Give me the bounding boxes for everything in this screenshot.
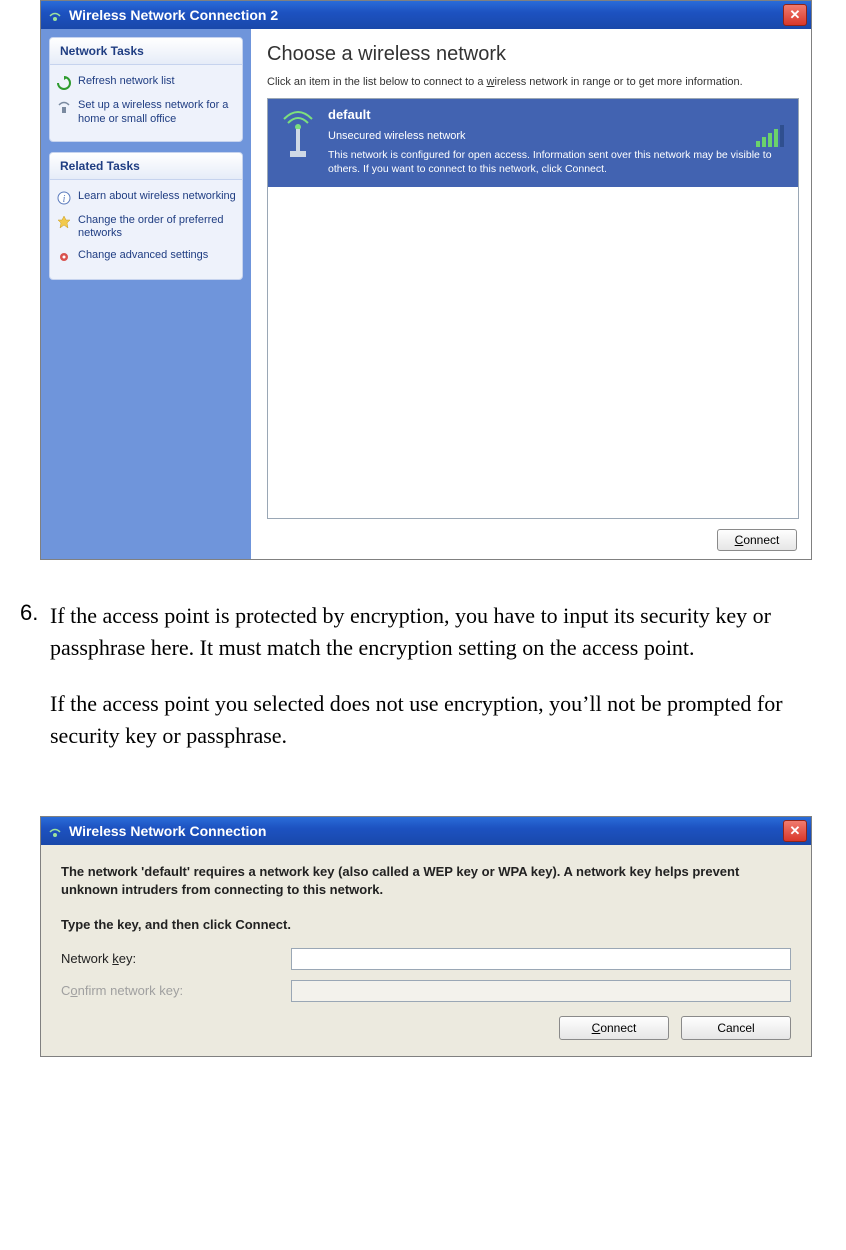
- step-6: 6. If the access point is protected by e…: [0, 560, 846, 796]
- sidebar-item-label: Learn about wireless networking: [78, 190, 236, 204]
- lbl-pre: C: [61, 983, 70, 998]
- dialog-intro: The network 'default' requires a network…: [61, 863, 791, 899]
- cancel-button[interactable]: Cancel: [681, 1016, 791, 1040]
- network-key-label: Network key:: [61, 951, 291, 966]
- network-tasks-panel: Network Tasks Refresh network list: [49, 37, 243, 142]
- related-tasks-panel: Related Tasks i Learn about wireless net…: [49, 152, 243, 281]
- sidebar-item-label: Change advanced settings: [78, 249, 208, 263]
- signal-strength-icon: [756, 125, 784, 147]
- wireless-icon: [47, 823, 63, 839]
- confirm-key-label: Confirm network key:: [61, 983, 291, 998]
- network-subtitle: Unsecured wireless network: [328, 130, 786, 142]
- step-body: If the access point is protected by encr…: [50, 600, 836, 776]
- lbl-post: ey:: [119, 951, 136, 966]
- antenna-icon: [278, 109, 318, 159]
- titlebar[interactable]: Wireless Network Connection ✕: [41, 817, 811, 845]
- refresh-icon: [56, 75, 72, 91]
- sidebar-item-setup[interactable]: Set up a wireless network for a home or …: [56, 95, 236, 131]
- mnemonic: C: [592, 1021, 601, 1035]
- dialog-body: The network 'default' requires a network…: [41, 845, 811, 1056]
- sidebar-item-label: Set up a wireless network for a home or …: [78, 99, 236, 127]
- panel-header: Related Tasks: [50, 153, 242, 180]
- sidebar-item-label: Refresh network list: [78, 75, 175, 89]
- btn-rest: onnect: [600, 1021, 636, 1035]
- lbl-mnemonic: o: [70, 983, 77, 998]
- connect-button[interactable]: Connect: [559, 1016, 669, 1040]
- sidebar-item-order[interactable]: Change the order of preferred networks: [56, 210, 236, 246]
- network-list: default Unsecured wireless network This …: [267, 98, 799, 519]
- close-button[interactable]: ✕: [783, 4, 807, 26]
- sidebar-item-advanced[interactable]: Change advanced settings: [56, 245, 236, 269]
- network-info: This network is configured for open acce…: [328, 148, 786, 176]
- desc-post: ireless network in range or to get more …: [494, 76, 742, 88]
- network-key-dialog: Wireless Network Connection ✕ The networ…: [40, 816, 812, 1057]
- wireless-icon: [47, 7, 63, 23]
- window-title: Wireless Network Connection 2: [69, 7, 278, 23]
- gear-icon: [56, 249, 72, 265]
- close-button[interactable]: ✕: [783, 820, 807, 842]
- network-key-input[interactable]: [291, 948, 791, 970]
- wireless-chooser-window: Wireless Network Connection 2 ✕ Network …: [40, 0, 812, 560]
- connect-button[interactable]: Connect: [717, 529, 797, 551]
- lbl-post: nfirm network key:: [78, 983, 183, 998]
- btn-label: Cancel: [717, 1021, 754, 1035]
- close-icon: ✕: [790, 7, 801, 23]
- close-icon: ✕: [790, 823, 801, 839]
- btn-rest: onnect: [743, 533, 779, 547]
- panel-header: Network Tasks: [50, 38, 242, 65]
- svg-text:i: i: [63, 194, 66, 205]
- content-heading: Choose a wireless network: [267, 43, 799, 66]
- star-icon: [56, 214, 72, 230]
- mnemonic: C: [735, 533, 744, 547]
- dialog-instruction: Type the key, and then click Connect.: [61, 917, 791, 932]
- sidebar-item-label: Change the order of preferred networks: [78, 214, 236, 242]
- lbl-pre: Network: [61, 951, 112, 966]
- step-number: 6.: [10, 600, 50, 626]
- sidebar-item-learn[interactable]: i Learn about wireless networking: [56, 186, 236, 210]
- desc-pre: Click an item in the list below to conne…: [267, 76, 487, 88]
- network-key-row: Network key:: [61, 948, 791, 970]
- sidebar-item-refresh[interactable]: Refresh network list: [56, 71, 236, 95]
- info-icon: i: [56, 190, 72, 206]
- content-area: Choose a wireless network Click an item …: [251, 29, 811, 559]
- network-name: default: [328, 107, 786, 122]
- step-para-2: If the access point you selected does no…: [50, 688, 836, 752]
- network-item-default[interactable]: default Unsecured wireless network This …: [268, 99, 798, 187]
- window-title: Wireless Network Connection: [69, 823, 266, 839]
- antenna-icon: [56, 99, 72, 115]
- sidebar: Network Tasks Refresh network list: [41, 29, 251, 559]
- content-description: Click an item in the list below to conne…: [267, 76, 799, 88]
- confirm-key-row: Confirm network key:: [61, 980, 791, 1002]
- confirm-key-input: [291, 980, 791, 1002]
- titlebar[interactable]: Wireless Network Connection 2 ✕: [41, 1, 811, 29]
- step-para-1: If the access point is protected by encr…: [50, 600, 836, 664]
